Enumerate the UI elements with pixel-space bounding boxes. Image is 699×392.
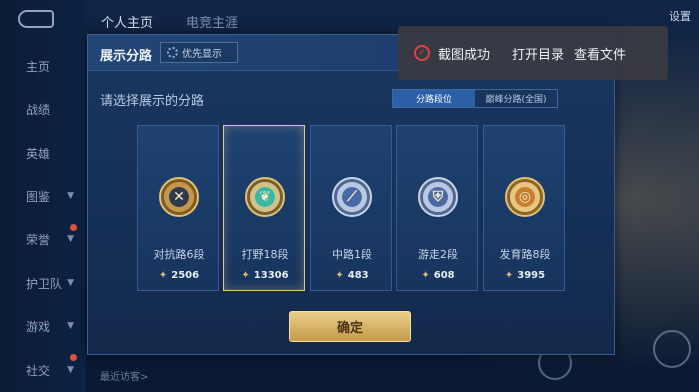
lane-score: ✦ 3995	[484, 270, 566, 281]
view-file-link[interactable]: 查看文件	[574, 44, 626, 63]
sidebar-item-label: 游戏	[26, 319, 51, 334]
sidebar-item-label: 主页	[26, 59, 51, 74]
lane-name: 发育路8段	[499, 248, 551, 261]
sidebar-item-label: 图鉴	[26, 189, 51, 204]
lane-score-value: 483	[347, 270, 369, 281]
emblem-glyph: ❦	[259, 189, 271, 205]
tab-peak-lane[interactable]: 巅峰分路(全国)	[475, 90, 557, 107]
sidebar-item-record[interactable]: 战绩	[0, 97, 86, 121]
priority-display-label: 优先显示	[182, 49, 222, 60]
settings-button[interactable]: 设置	[669, 8, 691, 24]
tab-lane-rank[interactable]: 分路段位	[393, 90, 475, 107]
lane-card-bot[interactable]: ◎ 发育路8段 ✦ 3995	[483, 125, 565, 291]
screenshot-toast: ✓ 截图成功 打开目录 查看文件	[398, 26, 668, 80]
points-icon: ✦	[241, 270, 250, 281]
points-icon: ✦	[158, 270, 168, 281]
lane-score-value: 608	[433, 270, 455, 281]
lane-score: ✦ 608	[397, 270, 479, 281]
jungle-emblem-icon: ❦	[245, 177, 285, 217]
chevron-down-icon: ▼	[67, 191, 74, 201]
lane-mode-toggle: 分路段位 巅峰分路(全国)	[392, 89, 558, 108]
priority-display-button[interactable]: 优先显示	[160, 42, 238, 63]
lane-score: ✦ 483	[311, 270, 393, 281]
back-icon[interactable]	[18, 10, 54, 28]
lane-score: ✦ 13306	[224, 270, 306, 281]
points-icon: ✦	[504, 270, 514, 281]
sidebar-item-games[interactable]: 游戏 ▼	[0, 314, 86, 338]
sidebar-item-label: 战绩	[26, 102, 51, 117]
toast-message: 截图成功	[438, 47, 491, 63]
notification-dot	[70, 354, 77, 361]
lane-card-jungle[interactable]: ❦ 打野18段 ✦ 13306	[223, 125, 305, 291]
lane-score: ✦ 2506	[138, 270, 220, 281]
lane-score-value: 13306	[253, 270, 289, 281]
success-icon: ✓	[414, 45, 430, 61]
lane-name: 中路1段	[332, 248, 372, 261]
notification-dot	[70, 224, 77, 231]
lane-display-dialog: 展示分路 优先显示 请选择展示的分路 分路段位 巅峰分路(全国) ✕ 对抗路6段…	[87, 34, 616, 355]
tab-profile[interactable]: 个人主页	[101, 12, 153, 31]
lane-card-mid[interactable]: ⟋ 中路1段 ✦ 483	[310, 125, 392, 291]
sidebar-item-gallery[interactable]: 图鉴 ▼	[0, 184, 86, 208]
sidebar-item-label: 英雄	[26, 146, 51, 161]
lane-name: 打野18段	[241, 248, 289, 261]
dialog-subtitle: 请选择展示的分路	[100, 94, 205, 109]
open-folder-link[interactable]: 打开目录	[512, 44, 564, 63]
lane-name: 游走2段	[418, 248, 458, 261]
sidebar-item-home[interactable]: 主页	[0, 54, 86, 78]
sidebar-item-label: 社交	[26, 363, 51, 378]
bot-lane-emblem-icon: ◎	[505, 177, 545, 217]
emblem-glyph: ✕	[173, 189, 185, 205]
lane-cards: ✕ 对抗路6段 ✦ 2506 ❦ 打野18段 ✦ 13306 ⟋ 中路1段 ✦ 483…	[137, 125, 569, 291]
emblem-glyph: ⛨	[432, 189, 444, 205]
confirm-button[interactable]: 确定	[289, 311, 411, 342]
sidebar: 主页 战绩 英雄 图鉴 ▼ 荣誉 ▼ 护卫队 ▼ 游戏 ▼ 社交 ▼	[0, 0, 86, 392]
lane-card-top[interactable]: ✕ 对抗路6段 ✦ 2506	[137, 125, 219, 291]
mid-lane-emblem-icon: ⟋	[332, 177, 372, 217]
chevron-down-icon: ▼	[67, 365, 74, 375]
points-icon: ✦	[421, 270, 430, 281]
chevron-down-icon: ▼	[67, 234, 74, 244]
sidebar-item-label: 荣誉	[26, 232, 51, 247]
chevron-down-icon: ▼	[67, 321, 74, 331]
roam-emblem-icon: ⛨	[418, 177, 458, 217]
dialog-title: 展示分路	[100, 49, 153, 64]
tab-esports[interactable]: 电竞主涯	[186, 12, 238, 31]
emblem-glyph: ◎	[518, 189, 532, 205]
top-lane-emblem-icon: ✕	[159, 177, 199, 217]
lane-score-value: 2506	[171, 270, 200, 281]
sidebar-item-label: 护卫队	[26, 276, 63, 291]
gear-icon	[167, 47, 178, 58]
emblem-glyph: ⟋	[347, 189, 357, 205]
sidebar-item-heroes[interactable]: 英雄	[0, 141, 86, 165]
recent-visitors[interactable]: 最近访客>	[100, 368, 148, 383]
points-icon: ✦	[335, 270, 344, 281]
lane-name: 对抗路6段	[153, 248, 205, 261]
share-button[interactable]	[653, 330, 691, 368]
sidebar-item-social[interactable]: 社交 ▼	[0, 358, 86, 382]
lane-score-value: 3995	[517, 270, 546, 281]
chevron-down-icon: ▼	[67, 278, 74, 288]
sidebar-item-guard[interactable]: 护卫队 ▼	[0, 271, 86, 295]
lane-card-roam[interactable]: ⛨ 游走2段 ✦ 608	[396, 125, 478, 291]
